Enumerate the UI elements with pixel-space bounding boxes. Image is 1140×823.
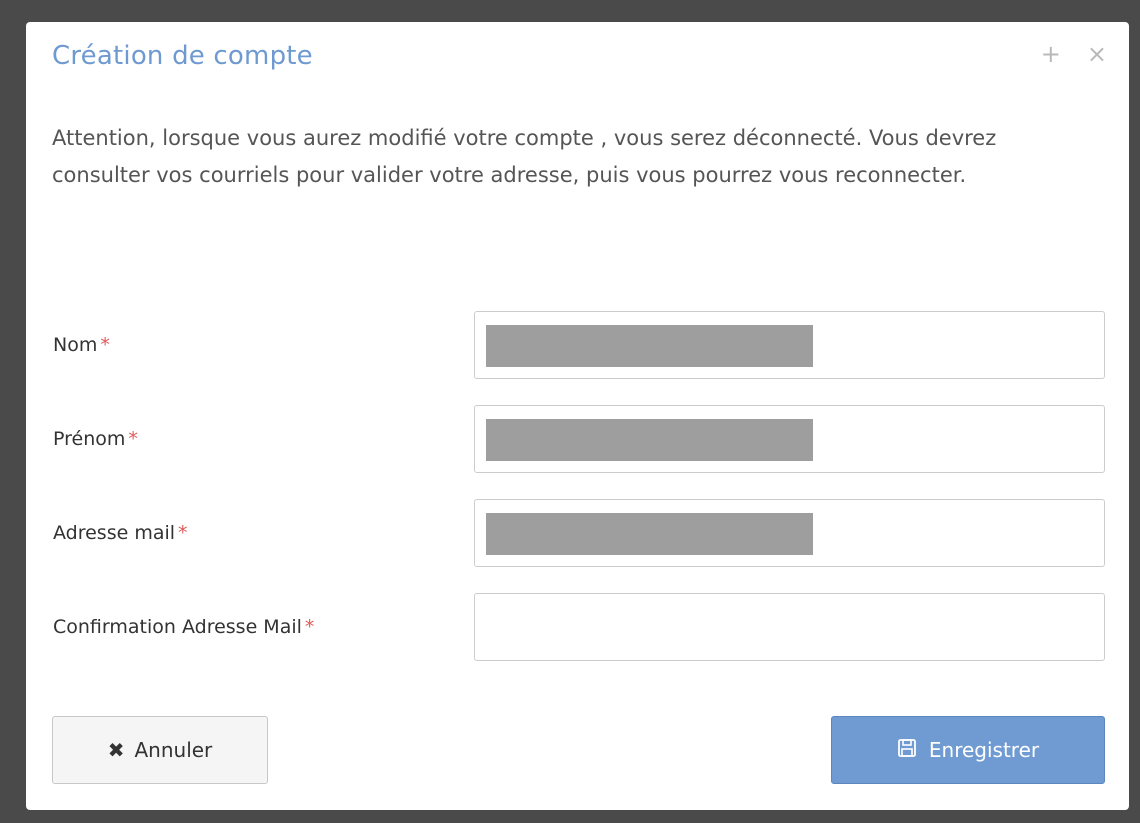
floppy-disk-icon	[897, 738, 917, 763]
times-icon: ✖	[107, 738, 125, 762]
cancel-label: Annuler	[134, 738, 213, 762]
plus-icon[interactable]: +	[1041, 42, 1061, 66]
warning-message: Attention, lorsque vous aurez modifié vo…	[52, 126, 997, 187]
dialog-header-actions: + ×	[1041, 42, 1107, 66]
required-marker: *	[100, 334, 110, 356]
account-creation-dialog: Création de compte + × Attention, lorsqu…	[26, 22, 1129, 810]
email-input[interactable]	[474, 499, 1105, 567]
save-button[interactable]: Enregistrer	[831, 716, 1105, 784]
field-label-prenom: Prénom *	[53, 428, 138, 450]
form-row-email: Adresse mail *	[26, 499, 1129, 567]
nom-input[interactable]	[474, 311, 1105, 379]
field-label-nom: Nom *	[53, 334, 110, 356]
close-icon[interactable]: ×	[1087, 42, 1107, 66]
email-confirm-input[interactable]	[474, 593, 1105, 661]
form-row-prenom: Prénom *	[26, 405, 1129, 473]
prenom-input[interactable]	[474, 405, 1105, 473]
cancel-button[interactable]: ✖ Annuler	[52, 716, 268, 784]
required-marker: *	[178, 522, 188, 544]
save-label: Enregistrer	[928, 738, 1040, 762]
required-marker: *	[304, 616, 315, 638]
field-label-email: Adresse mail *	[53, 522, 188, 544]
field-label-email-confirm: Confirmation Adresse Mail *	[53, 616, 315, 638]
redacted-value	[486, 419, 813, 461]
form-row-email-confirm: Confirmation Adresse Mail *	[26, 593, 1129, 661]
dialog-title: Création de compte	[52, 41, 313, 71]
redacted-value	[486, 325, 813, 367]
required-marker: *	[128, 428, 138, 450]
redacted-value	[486, 513, 813, 555]
form-row-nom: Nom *	[26, 311, 1129, 379]
